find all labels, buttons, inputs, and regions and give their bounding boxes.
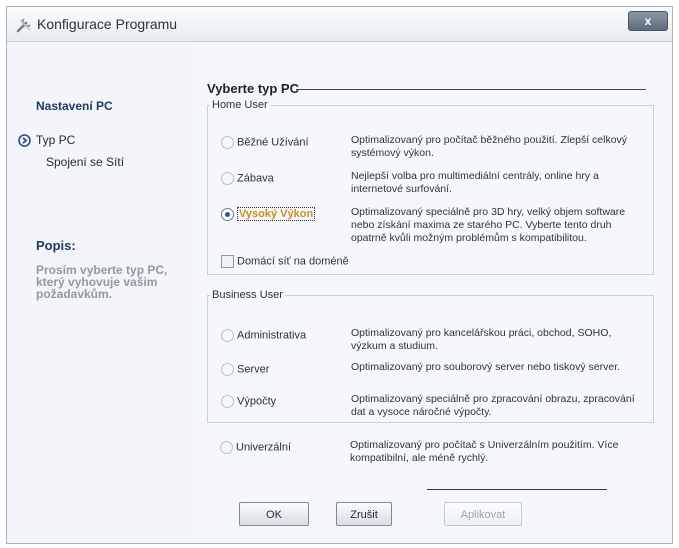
- checkbox-box[interactable]: [221, 255, 234, 268]
- cancel-button[interactable]: Zrušit: [336, 502, 392, 526]
- current-step-arrow-icon: [18, 134, 31, 147]
- option-description: Optimalizovaný speciálně pro 3D hry, vel…: [351, 206, 626, 244]
- radio-administrativa[interactable]: Administrativa: [221, 329, 306, 342]
- option-label: Server: [237, 363, 270, 376]
- option-description: Optimalizovaný pro souborový server nebo…: [351, 361, 621, 373]
- apply-button[interactable]: Aplikovat: [444, 502, 522, 526]
- radio-circle[interactable]: [221, 395, 234, 408]
- option-label: Univerzální: [236, 441, 292, 454]
- option-label: Vysoký Výkon: [237, 207, 316, 222]
- main-panel: Vyberte typ PC Home User Běžné Užívání O…: [192, 42, 671, 542]
- radio-vysoky-vykon[interactable]: Vysoký Výkon: [221, 207, 316, 222]
- radio-bezne-uzivani[interactable]: Běžné Užívání: [221, 136, 309, 149]
- option-label: Běžné Užívání: [237, 136, 309, 149]
- close-button[interactable]: x: [628, 11, 668, 31]
- bottom-divider: [427, 489, 607, 490]
- home-user-legend: Home User: [212, 99, 268, 111]
- sidebar-item-typ-pc[interactable]: Typ PC: [36, 133, 75, 147]
- home-domain-checkbox[interactable]: Domácí síť na doméně: [221, 255, 349, 268]
- option-description: Optimalizovaný pro kancelářskou práci, o…: [351, 327, 612, 352]
- ok-button[interactable]: OK: [239, 502, 309, 526]
- option-description: Nejlepší volba pro multimediální centrál…: [351, 170, 599, 195]
- config-window: Konfigurace Programu x Nastavení PC Typ …: [6, 6, 673, 544]
- radio-univerzalni[interactable]: Univerzální: [220, 441, 291, 454]
- business-user-legend: Business User: [212, 289, 283, 301]
- radio-circle[interactable]: [221, 329, 234, 342]
- checkbox-label: Domácí síť na doméně: [237, 255, 349, 268]
- option-description: Optimalizovaný pro počítač s Univerzální…: [350, 439, 619, 464]
- business-user-group: Business User Administrativa Optimalizov…: [207, 289, 654, 423]
- option-description: Optimalizovaný pro počítač běžného použi…: [351, 134, 628, 159]
- radio-zabava[interactable]: Zábava: [221, 172, 274, 185]
- sidebar-item-spojeni-se-siti[interactable]: Spojení se Sítí: [46, 155, 124, 169]
- radio-vypocty[interactable]: Výpočty: [221, 395, 276, 408]
- title-divider: [296, 89, 646, 90]
- option-description: Optimalizovaný speciálně pro zpracování …: [351, 393, 635, 418]
- radio-circle[interactable]: [220, 441, 233, 454]
- radio-circle[interactable]: [221, 136, 234, 149]
- description-heading: Popis:: [36, 238, 76, 253]
- window-title: Konfigurace Programu: [37, 16, 178, 32]
- title-bar[interactable]: Konfigurace Programu x: [7, 7, 672, 42]
- home-user-group: Home User Běžné Užívání Optimalizovaný p…: [207, 99, 654, 275]
- settings-tools-icon: [16, 18, 31, 33]
- page-title: Vyberte typ PC: [207, 81, 299, 96]
- radio-circle-selected[interactable]: [221, 208, 234, 221]
- option-label: Administrativa: [237, 329, 307, 342]
- radio-circle[interactable]: [221, 172, 234, 185]
- sidebar: Nastavení PC Typ PC Spojení se Sítí Popi…: [8, 42, 191, 542]
- description-text: Prosím vyberte typ PC, který vyhovuje va…: [36, 263, 168, 301]
- option-label: Zábava: [237, 172, 274, 185]
- radio-circle[interactable]: [221, 363, 234, 376]
- radio-server[interactable]: Server: [221, 363, 269, 376]
- sidebar-heading: Nastavení PC: [36, 99, 113, 113]
- option-label: Výpočty: [237, 395, 277, 408]
